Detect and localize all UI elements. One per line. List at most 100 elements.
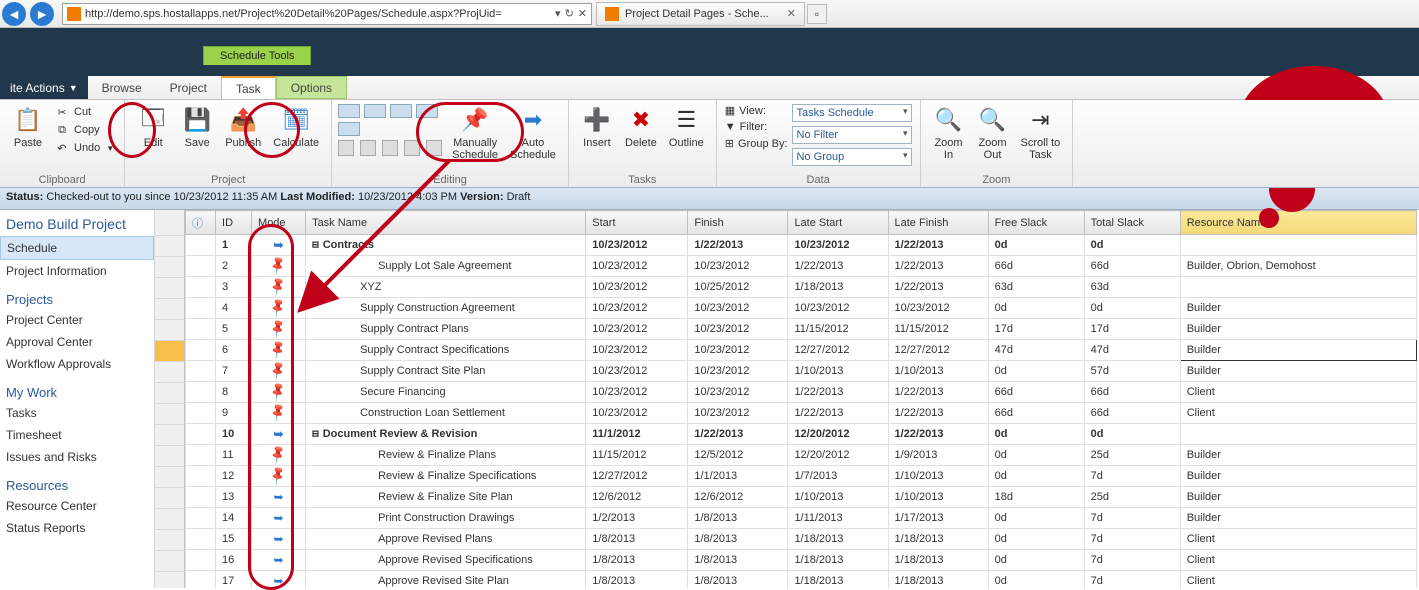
cell[interactable]: 11/1/2012 <box>586 424 688 445</box>
cell[interactable]: 1/22/2013 <box>788 403 888 424</box>
cell[interactable]: 7d <box>1084 466 1180 487</box>
cell[interactable]: 10/23/2012 <box>888 298 988 319</box>
task-name-cell[interactable]: ⊟Contracts <box>306 235 586 256</box>
table-row[interactable]: 11📌Review & Finalize Plans11/15/201212/5… <box>186 445 1417 466</box>
tab-project[interactable]: Project <box>156 76 221 99</box>
cell[interactable]: 1/10/2013 <box>888 466 988 487</box>
table-row[interactable]: 3📌XYZ10/23/201210/25/20121/18/20131/22/2… <box>186 277 1417 298</box>
cell[interactable]: Builder, Obrion, Demohost <box>1180 256 1416 277</box>
task-name-cell[interactable]: Supply Contract Site Plan <box>306 361 586 382</box>
cell[interactable]: 10/23/2012 <box>688 319 788 340</box>
column-header[interactable]: Start <box>586 211 688 235</box>
cell[interactable]: 12/27/2012 <box>888 340 988 361</box>
dropdown-icon[interactable]: ▾ <box>555 7 561 20</box>
cut-button[interactable]: ✂Cut <box>54 104 114 120</box>
gutter-cell[interactable] <box>155 551 184 572</box>
cell[interactable]: 1/8/2013 <box>688 508 788 529</box>
cell[interactable]: 9 <box>216 403 252 424</box>
cell[interactable]: Client <box>1180 550 1416 571</box>
cell[interactable]: 1/18/2013 <box>888 571 988 589</box>
nav-item[interactable]: Timesheet <box>0 424 154 446</box>
cell[interactable]: 11/15/2012 <box>586 445 688 466</box>
cell[interactable]: 1/18/2013 <box>788 571 888 589</box>
column-header[interactable]: Task Name <box>306 211 586 235</box>
nav-item[interactable]: Workflow Approvals <box>0 353 154 375</box>
task-name-cell[interactable]: Approve Revised Plans <box>306 529 586 550</box>
table-row[interactable]: 9📌Construction Loan Settlement10/23/2012… <box>186 403 1417 424</box>
cell[interactable]: 12/27/2012 <box>586 466 688 487</box>
cell[interactable] <box>186 529 216 550</box>
task-name-cell[interactable]: Print Construction Drawings <box>306 508 586 529</box>
cell[interactable]: 10/23/2012 <box>788 235 888 256</box>
cell[interactable]: 1/22/2013 <box>888 403 988 424</box>
table-row[interactable]: 6📌Supply Contract Specifications10/23/20… <box>186 340 1417 361</box>
gutter-cell[interactable] <box>155 572 184 588</box>
cell[interactable]: 0d <box>1084 424 1180 445</box>
table-row[interactable]: 7📌Supply Contract Site Plan10/23/201210/… <box>186 361 1417 382</box>
gutter-cell[interactable] <box>155 383 184 404</box>
indent-button[interactable] <box>360 140 376 156</box>
column-header[interactable]: Late Start <box>788 211 888 235</box>
cell[interactable]: 15 <box>216 529 252 550</box>
task-name-cell[interactable]: Approve Revised Specifications <box>306 550 586 571</box>
cell[interactable]: 5 <box>216 319 252 340</box>
cell[interactable]: 1/17/2013 <box>888 508 988 529</box>
column-header[interactable]: Mode <box>252 211 306 235</box>
cell[interactable]: Builder <box>1180 298 1416 319</box>
task-grid[interactable]: ⓘIDModeTask NameStartFinishLate StartLat… <box>185 210 1417 588</box>
cell[interactable]: 0d <box>1084 298 1180 319</box>
cell[interactable]: 10/23/2012 <box>688 361 788 382</box>
cell[interactable]: 3 <box>216 277 252 298</box>
cell[interactable] <box>186 382 216 403</box>
cell[interactable]: Client <box>1180 403 1416 424</box>
gutter-cell[interactable] <box>155 362 184 383</box>
nav-item[interactable]: Project Information <box>0 260 154 282</box>
cell[interactable]: 1/18/2013 <box>788 550 888 571</box>
cell[interactable]: 1/8/2013 <box>688 550 788 571</box>
cell[interactable]: 1/8/2013 <box>586 571 688 589</box>
cell[interactable] <box>186 298 216 319</box>
cell[interactable]: 7d <box>1084 550 1180 571</box>
column-header[interactable]: ID <box>216 211 252 235</box>
save-button[interactable]: 💾Save <box>175 102 219 151</box>
cell[interactable]: 1/18/2013 <box>788 277 888 298</box>
cell[interactable]: 16 <box>216 550 252 571</box>
cell[interactable]: 17d <box>1084 319 1180 340</box>
table-row[interactable]: 8📌Secure Financing10/23/201210/23/20121/… <box>186 382 1417 403</box>
gutter-cell[interactable] <box>155 530 184 551</box>
cell[interactable]: 0d <box>988 508 1084 529</box>
task-name-cell[interactable]: Secure Financing <box>306 382 586 403</box>
paste-button[interactable]: 📋 Paste <box>6 102 50 151</box>
mode-cell[interactable]: ➥ <box>252 487 306 508</box>
cell[interactable]: 10/23/2012 <box>586 403 688 424</box>
cell[interactable]: 10/23/2012 <box>688 256 788 277</box>
cell[interactable] <box>186 256 216 277</box>
pct-25[interactable] <box>364 104 386 118</box>
gutter-cell[interactable] <box>155 509 184 530</box>
table-row[interactable]: 16➥Approve Revised Specifications1/8/201… <box>186 550 1417 571</box>
cell[interactable]: 10/23/2012 <box>586 298 688 319</box>
back-button[interactable]: ◄ <box>2 2 26 26</box>
percent-complete-buttons[interactable] <box>338 102 446 136</box>
cell[interactable]: 1/22/2013 <box>888 256 988 277</box>
nav-item[interactable]: Resource Center <box>0 495 154 517</box>
cell[interactable]: 1/10/2013 <box>788 361 888 382</box>
task-name-cell[interactable]: Review & Finalize Plans <box>306 445 586 466</box>
cell[interactable]: 1/10/2013 <box>888 487 988 508</box>
cell[interactable]: 0d <box>988 529 1084 550</box>
tab-browse[interactable]: Browse <box>88 76 156 99</box>
cell[interactable]: 0d <box>988 550 1084 571</box>
filter-dropdown[interactable]: No Filter <box>792 126 912 144</box>
cell[interactable] <box>1180 277 1416 298</box>
tab-task[interactable]: Task <box>221 76 276 99</box>
cell[interactable]: 66d <box>988 382 1084 403</box>
cell[interactable] <box>186 445 216 466</box>
cell[interactable] <box>186 487 216 508</box>
cell[interactable]: 7d <box>1084 571 1180 589</box>
refresh-icon[interactable]: ↻ <box>565 7 574 20</box>
cell[interactable]: Client <box>1180 529 1416 550</box>
cell[interactable]: 25d <box>1084 445 1180 466</box>
cell[interactable]: 7d <box>1084 508 1180 529</box>
gutter-cell[interactable] <box>155 488 184 509</box>
gutter-cell[interactable] <box>155 404 184 425</box>
